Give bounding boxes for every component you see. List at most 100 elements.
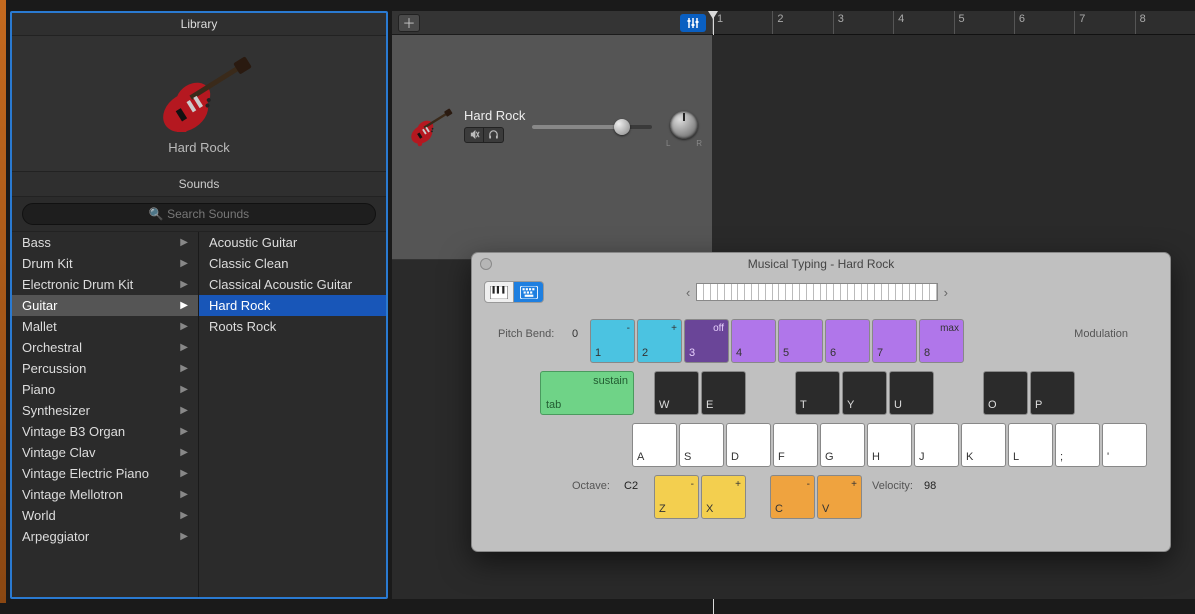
chevron-right-icon: ▶ bbox=[180, 321, 188, 332]
octave-value: C2 bbox=[624, 480, 638, 492]
white-key[interactable]: ' bbox=[1102, 423, 1147, 467]
headphones-icon bbox=[488, 129, 499, 140]
view-segmented-control[interactable] bbox=[484, 281, 544, 303]
chevron-right-icon: ▶ bbox=[180, 468, 188, 479]
add-track-button[interactable]: ＋ bbox=[398, 14, 420, 32]
category-item[interactable]: Orchestral▶ bbox=[12, 337, 198, 358]
black-key[interactable]: E bbox=[701, 371, 746, 415]
octave-key[interactable]: -Z bbox=[654, 475, 699, 519]
sustain-key[interactable]: sustain tab bbox=[540, 371, 634, 415]
track-header-bar: ＋ bbox=[392, 11, 712, 35]
white-key[interactable]: F bbox=[773, 423, 818, 467]
pitch-mod-key[interactable]: 7 bbox=[872, 319, 917, 363]
category-item[interactable]: Synthesizer▶ bbox=[12, 400, 198, 421]
white-key[interactable]: H bbox=[867, 423, 912, 467]
chevron-right-icon: ▶ bbox=[180, 426, 188, 437]
patch-item[interactable]: Classic Clean bbox=[199, 253, 386, 274]
window-title: Musical Typing - Hard Rock bbox=[472, 257, 1170, 271]
white-key[interactable]: J bbox=[914, 423, 959, 467]
solo-button[interactable] bbox=[484, 127, 504, 143]
piano-view-button[interactable] bbox=[484, 281, 514, 303]
ruler-bar[interactable]: 1 bbox=[712, 11, 772, 34]
search-input[interactable]: 🔍 Search Sounds bbox=[22, 203, 376, 225]
timeline-ruler[interactable]: 12345678 bbox=[712, 11, 1195, 35]
close-button[interactable] bbox=[480, 258, 492, 270]
volume-slider[interactable] bbox=[532, 125, 652, 129]
mute-button[interactable] bbox=[464, 127, 484, 143]
white-key[interactable]: ; bbox=[1055, 423, 1100, 467]
category-item[interactable]: Percussion▶ bbox=[12, 358, 198, 379]
ruler-bar[interactable]: 8 bbox=[1135, 11, 1195, 34]
sliders-icon bbox=[686, 17, 700, 29]
white-key[interactable]: K bbox=[961, 423, 1006, 467]
keyboard-range-selector[interactable] bbox=[696, 283, 937, 301]
white-key[interactable]: S bbox=[679, 423, 724, 467]
ruler-bar[interactable]: 2 bbox=[772, 11, 832, 34]
black-key[interactable]: P bbox=[1030, 371, 1075, 415]
category-item[interactable]: Vintage Mellotron▶ bbox=[12, 484, 198, 505]
chevron-right-icon: ▶ bbox=[180, 363, 188, 374]
white-key[interactable]: D bbox=[726, 423, 771, 467]
category-item[interactable]: Arpeggiator▶ bbox=[12, 526, 198, 547]
pitch-mod-key[interactable]: 6 bbox=[825, 319, 870, 363]
white-key[interactable]: G bbox=[820, 423, 865, 467]
ruler-bar[interactable]: 3 bbox=[833, 11, 893, 34]
ruler-bar[interactable]: 4 bbox=[893, 11, 953, 34]
mixer-toggle-button[interactable] bbox=[680, 14, 706, 32]
chevron-right-icon: ▶ bbox=[180, 447, 188, 458]
category-item[interactable]: World▶ bbox=[12, 505, 198, 526]
category-item[interactable]: Vintage B3 Organ▶ bbox=[12, 421, 198, 442]
pitch-mod-key[interactable]: 5 bbox=[778, 319, 823, 363]
black-key[interactable]: T bbox=[795, 371, 840, 415]
guitar-icon bbox=[400, 97, 456, 153]
chevron-right-icon: ▶ bbox=[180, 531, 188, 542]
black-key[interactable]: Y bbox=[842, 371, 887, 415]
white-key[interactable]: A bbox=[632, 423, 677, 467]
transpose-key[interactable]: +V bbox=[817, 475, 862, 519]
black-key[interactable]: W bbox=[654, 371, 699, 415]
range-left-button[interactable]: ‹ bbox=[682, 285, 694, 300]
velocity-label: Velocity: bbox=[872, 480, 913, 492]
ruler-bar[interactable]: 5 bbox=[954, 11, 1014, 34]
patch-item[interactable]: Hard Rock bbox=[199, 295, 386, 316]
pan-knob[interactable] bbox=[670, 111, 698, 139]
patch-list[interactable]: Acoustic GuitarClassic CleanClassical Ac… bbox=[199, 232, 386, 597]
patch-item[interactable]: Roots Rock bbox=[199, 316, 386, 337]
category-item[interactable]: Mallet▶ bbox=[12, 316, 198, 337]
category-item[interactable]: Vintage Electric Piano▶ bbox=[12, 463, 198, 484]
musical-typing-window[interactable]: Musical Typing - Hard Rock ‹ › Pitch Ben… bbox=[471, 252, 1171, 552]
category-item[interactable]: Electronic Drum Kit▶ bbox=[12, 274, 198, 295]
category-item[interactable]: Drum Kit▶ bbox=[12, 253, 198, 274]
black-key[interactable]: U bbox=[889, 371, 934, 415]
ruler-bar[interactable]: 7 bbox=[1074, 11, 1134, 34]
pitch-bend-value: 0 bbox=[572, 328, 578, 340]
range-right-button[interactable]: › bbox=[940, 285, 952, 300]
pitch-mod-key[interactable]: off3 bbox=[684, 319, 729, 363]
ruler-bar[interactable]: 6 bbox=[1014, 11, 1074, 34]
pitch-mod-key[interactable]: 4 bbox=[731, 319, 776, 363]
keyboard-icon bbox=[520, 286, 538, 299]
category-item[interactable]: Guitar▶ bbox=[12, 295, 198, 316]
chevron-right-icon: ▶ bbox=[180, 405, 188, 416]
patch-item[interactable]: Classical Acoustic Guitar bbox=[199, 274, 386, 295]
white-key[interactable]: L bbox=[1008, 423, 1053, 467]
category-item[interactable]: Bass▶ bbox=[12, 232, 198, 253]
mute-icon bbox=[469, 129, 480, 140]
octave-key[interactable]: +X bbox=[701, 475, 746, 519]
chevron-right-icon: ▶ bbox=[180, 510, 188, 521]
track-row[interactable]: Hard Rock LR bbox=[392, 35, 712, 260]
black-key[interactable]: O bbox=[983, 371, 1028, 415]
sounds-header: Sounds bbox=[12, 172, 386, 197]
category-list[interactable]: Bass▶Drum Kit▶Electronic Drum Kit▶Guitar… bbox=[12, 232, 199, 597]
pitch-mod-key[interactable]: +2 bbox=[637, 319, 682, 363]
transpose-key[interactable]: -C bbox=[770, 475, 815, 519]
pitch-mod-key[interactable]: max8 bbox=[919, 319, 964, 363]
piano-icon bbox=[490, 286, 508, 299]
typing-view-button[interactable] bbox=[514, 281, 544, 303]
patch-item[interactable]: Acoustic Guitar bbox=[199, 232, 386, 253]
category-item[interactable]: Piano▶ bbox=[12, 379, 198, 400]
chevron-right-icon: ▶ bbox=[180, 384, 188, 395]
category-item[interactable]: Vintage Clav▶ bbox=[12, 442, 198, 463]
pitch-mod-key[interactable]: -1 bbox=[590, 319, 635, 363]
chevron-right-icon: ▶ bbox=[180, 489, 188, 500]
